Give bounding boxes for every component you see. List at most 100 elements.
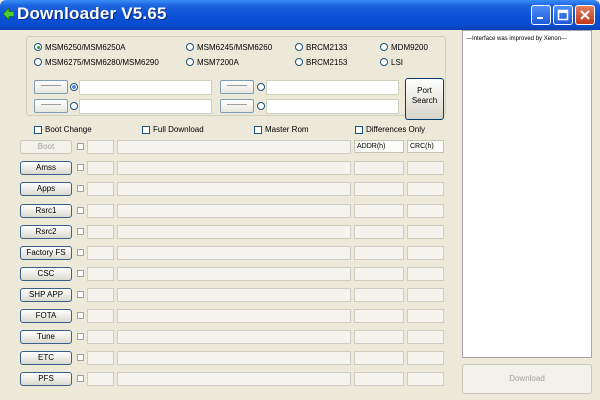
row-cell-size (87, 225, 114, 239)
radio-msm6275[interactable]: MSM6275/MSM6280/MSM6290 (34, 57, 159, 67)
shp-app-checkbox[interactable] (77, 291, 84, 298)
row-cell-addr (354, 372, 404, 386)
row-cell-addr (354, 204, 404, 218)
green-arrow-icon (3, 8, 14, 20)
row-cell-path[interactable] (117, 182, 351, 196)
port-search-button[interactable]: Port Search (405, 78, 444, 120)
pfs-button[interactable]: PFS (20, 372, 72, 386)
radio-label: MSM7200A (197, 57, 239, 67)
row-cell-path[interactable] (117, 330, 351, 344)
radio-label: MSM6250/MSM6250A (45, 42, 126, 52)
rsrc2-button[interactable]: Rsrc2 (20, 225, 72, 239)
row-cell-crc (407, 351, 444, 365)
pfs-checkbox[interactable] (77, 375, 84, 382)
rsrc1-checkbox[interactable] (77, 207, 84, 214)
full-download-checkbox[interactable]: Full Download (142, 125, 204, 134)
row-cell-size (87, 351, 114, 365)
port-field-2[interactable] (266, 80, 399, 95)
row-cell-addr (354, 161, 404, 175)
master-rom-checkbox[interactable]: Master Rom (254, 125, 309, 134)
csc-checkbox[interactable] (77, 270, 84, 277)
csc-button[interactable]: CSC (20, 267, 72, 281)
radio-indicator (257, 102, 265, 110)
checkbox-label: Master Rom (265, 125, 309, 134)
factory-fs-checkbox[interactable] (77, 249, 84, 256)
row-cell-crc (407, 267, 444, 281)
boot-change-checkbox[interactable]: Boot Change (34, 125, 92, 134)
boot-checkbox[interactable] (77, 143, 84, 150)
minimize-button[interactable] (531, 5, 551, 25)
radio-indicator (34, 43, 42, 51)
rsrc1-button[interactable]: Rsrc1 (20, 204, 72, 218)
row-cell-path[interactable] (117, 288, 351, 302)
row-cell-addr (354, 351, 404, 365)
checkbox-label: Full Download (153, 125, 204, 134)
row-cell-path[interactable] (117, 225, 351, 239)
row-cell-path[interactable] (117, 309, 351, 323)
row-cell-path[interactable] (117, 351, 351, 365)
port-field-4[interactable] (266, 99, 399, 114)
etc-checkbox[interactable] (77, 354, 84, 361)
apps-button[interactable]: Apps (20, 182, 72, 196)
radio-brcm2133[interactable]: BRCM2133 (295, 42, 347, 52)
radio-label: MDM9200 (391, 42, 428, 52)
radio-indicator (70, 102, 78, 110)
row-cell-size (87, 140, 114, 154)
radio-msm6250[interactable]: MSM6250/MSM6250A (34, 42, 125, 52)
row-cell-path[interactable] (117, 140, 351, 154)
radio-indicator (70, 83, 78, 91)
port-button-1[interactable]: ---------- (34, 80, 68, 94)
radio-label: LSI (391, 57, 404, 67)
port-button-3[interactable]: ---------- (34, 99, 68, 113)
checkbox-label: Differences Only (366, 125, 425, 134)
radio-brcm2153[interactable]: BRCM2153 (295, 57, 347, 67)
radio-msm6245[interactable]: MSM6245/MSM6260 (186, 42, 272, 52)
row-cell-size (87, 309, 114, 323)
close-button[interactable] (575, 5, 595, 25)
row-cell-path[interactable] (117, 204, 351, 218)
tune-checkbox[interactable] (77, 333, 84, 340)
minimize-icon (537, 17, 543, 19)
title-bar[interactable]: Downloader V5.65 (0, 0, 600, 30)
port-button-4[interactable]: ---------- (220, 99, 254, 113)
row-cell-addr (354, 225, 404, 239)
etc-button[interactable]: ETC (20, 351, 72, 365)
boot-button[interactable]: Boot (20, 140, 72, 154)
row-cell-path[interactable] (117, 161, 351, 175)
shp-app-button[interactable]: SHP APP (20, 288, 72, 302)
row-cell-path[interactable] (117, 267, 351, 281)
maximize-button[interactable] (553, 5, 573, 25)
row-cell-addr (354, 267, 404, 281)
port-field-3[interactable] (79, 99, 212, 114)
radio-mdm9200[interactable]: MDM9200 (380, 42, 428, 52)
row-cell-crc (407, 330, 444, 344)
radio-msm7200a[interactable]: MSM7200A (186, 57, 239, 67)
radio-lsi[interactable]: LSI (380, 57, 403, 67)
port-field-1[interactable] (79, 80, 212, 95)
amss-button[interactable]: Amss (20, 161, 72, 175)
port-button-2[interactable]: ---------- (220, 80, 254, 94)
fota-button[interactable]: FOTA (20, 309, 72, 323)
checkbox-box (355, 125, 363, 134)
row-cell-crc (407, 225, 444, 239)
checkbox-box (254, 125, 262, 134)
row-cell-crc (407, 309, 444, 323)
log-panel[interactable]: ---Interface was improved by Xenon--- (462, 30, 592, 358)
row-cell-size (87, 372, 114, 386)
radio-indicator (257, 83, 265, 91)
tune-button[interactable]: Tune (20, 330, 72, 344)
amss-checkbox[interactable] (77, 164, 84, 171)
row-cell-path[interactable] (117, 372, 351, 386)
row-cell-path[interactable] (117, 246, 351, 260)
differences-only-checkbox[interactable]: Differences Only (355, 125, 425, 134)
port-search-line1: Port (417, 86, 432, 95)
row-cell-size (87, 161, 114, 175)
rsrc2-checkbox[interactable] (77, 228, 84, 235)
apps-checkbox[interactable] (77, 185, 84, 192)
factory-fs-button[interactable]: Factory FS (20, 246, 72, 260)
download-button[interactable]: Download (462, 364, 592, 394)
fota-checkbox[interactable] (77, 312, 84, 319)
radio-indicator (295, 43, 303, 51)
row-cell-size (87, 330, 114, 344)
window-title: Downloader V5.65 (17, 4, 167, 23)
